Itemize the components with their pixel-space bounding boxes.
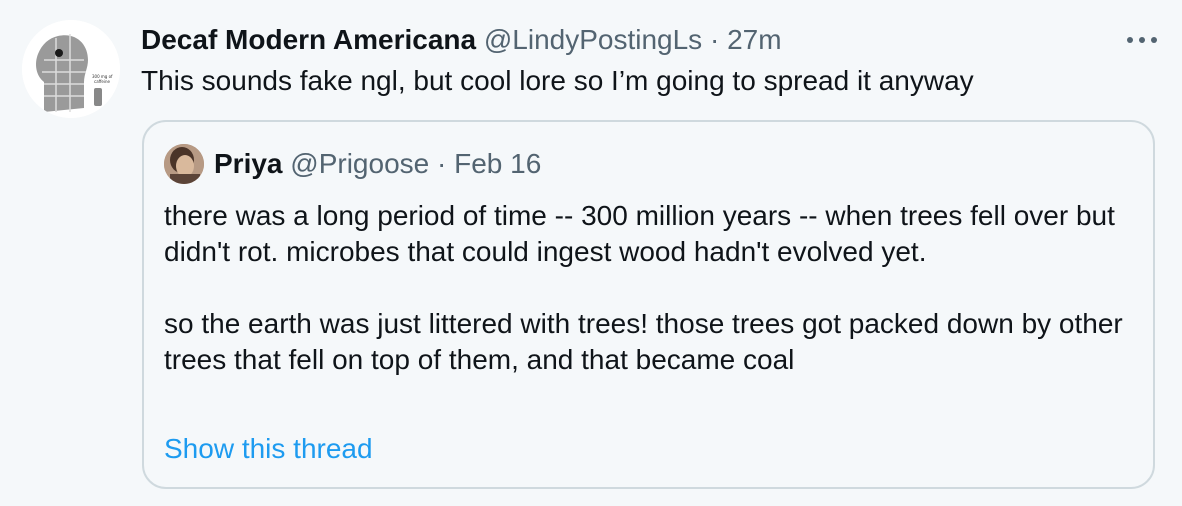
more-icon[interactable] [1120,30,1164,50]
quoted-tweet-date[interactable]: Feb 16 [454,148,541,179]
quoted-paragraph: so the earth was just littered with tree… [164,308,1123,375]
quoted-header-separator: · [437,148,447,179]
author-avatar[interactable]: 300 mg of caffeine [22,20,120,118]
quoted-avatar-image [164,144,204,184]
more-dot [1139,37,1145,43]
avatar-caption-line-2: caffeine [94,79,111,84]
more-dot [1151,37,1157,43]
quoted-author-handle[interactable]: @Prigoose [290,148,429,179]
quoted-author-avatar [164,144,204,184]
quoted-tweet-header: Priya @Prigoose · Feb 16 [214,146,541,182]
quoted-tweet-card[interactable]: Priya @Prigoose · Feb 16 there was a lon… [142,120,1155,489]
author-handle[interactable]: @LindyPostingLs [484,24,702,55]
quoted-author-name[interactable]: Priya [214,148,283,179]
show-thread-link[interactable]: Show this thread [164,431,373,467]
tweet-text: This sounds fake ngl, but cool lore so I… [141,65,974,96]
puzzle-head-avatar-image: 300 mg of caffeine [22,20,120,118]
more-dot [1127,37,1133,43]
quoted-tweet-text: there was a long period of time -- 300 m… [164,198,1139,378]
tweet-header: Decaf Modern Americana @LindyPostingLs ·… [141,22,782,58]
tweet-timestamp[interactable]: 27m [727,24,781,55]
author-name[interactable]: Decaf Modern Americana [141,24,476,55]
quoted-paragraph: there was a long period of time -- 300 m… [164,200,1115,267]
header-separator: · [709,24,720,55]
